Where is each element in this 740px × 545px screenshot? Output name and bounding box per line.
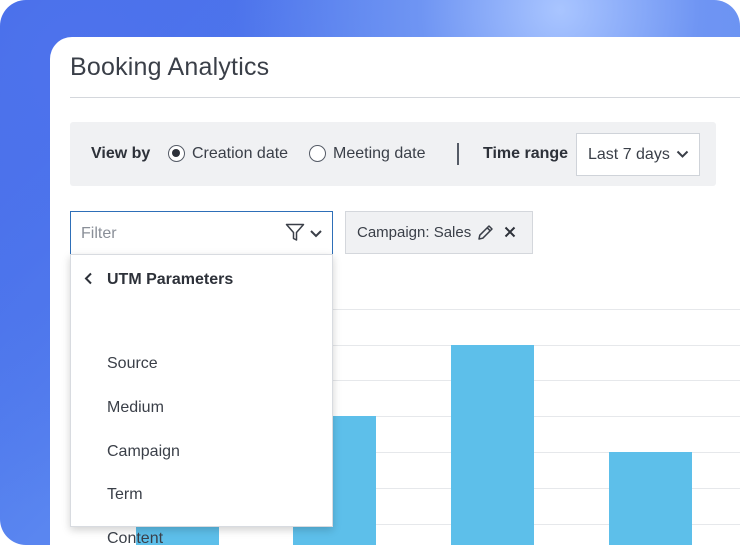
menu-item-content[interactable]: Content (107, 530, 163, 545)
funnel-icon[interactable] (285, 223, 305, 242)
filter-input[interactable]: Filter (70, 211, 333, 255)
time-range-label: Time range (483, 145, 569, 162)
radio-meeting-date-label[interactable]: Meeting date (333, 145, 426, 163)
pencil-icon[interactable] (476, 223, 495, 242)
analytics-card: Booking Analytics View by Creation date … (50, 37, 740, 545)
close-icon[interactable] (504, 226, 516, 238)
view-by-label: View by (91, 145, 151, 162)
chevron-down-icon (676, 150, 689, 158)
chart-bar (451, 345, 534, 545)
page-title: Booking Analytics (70, 53, 270, 81)
menu-item-medium[interactable]: Medium (107, 399, 164, 417)
time-range-value: Last 7 days (588, 146, 670, 163)
chart-bar (609, 452, 692, 545)
chevron-left-icon[interactable] (84, 272, 93, 285)
menu-item-source[interactable]: Source (107, 355, 158, 373)
radio-meeting-date[interactable] (309, 145, 326, 162)
filter-dropdown-menu: UTM Parameters Source Medium Campaign Te… (70, 254, 333, 545)
filter-chip-label: Campaign: Sales (357, 224, 472, 241)
dropdown-header-label: UTM Parameters (107, 271, 234, 288)
controls-divider (457, 143, 459, 165)
time-range-select[interactable]: Last 7 days (576, 133, 700, 176)
filter-chip-campaign[interactable]: Campaign: Sales (345, 211, 533, 254)
dropdown-back-header[interactable]: UTM Parameters (71, 255, 332, 301)
view-controls-bar: View by Creation date Meeting date Time … (70, 122, 716, 186)
title-divider (70, 97, 740, 98)
radio-creation-date[interactable] (168, 145, 185, 162)
radio-selected-dot (172, 149, 180, 157)
menu-item-term[interactable]: Term (107, 486, 143, 504)
chevron-down-icon[interactable] (310, 230, 322, 238)
menu-item-campaign[interactable]: Campaign (107, 443, 180, 461)
filter-placeholder: Filter (81, 225, 117, 242)
radio-creation-date-label[interactable]: Creation date (192, 145, 288, 163)
